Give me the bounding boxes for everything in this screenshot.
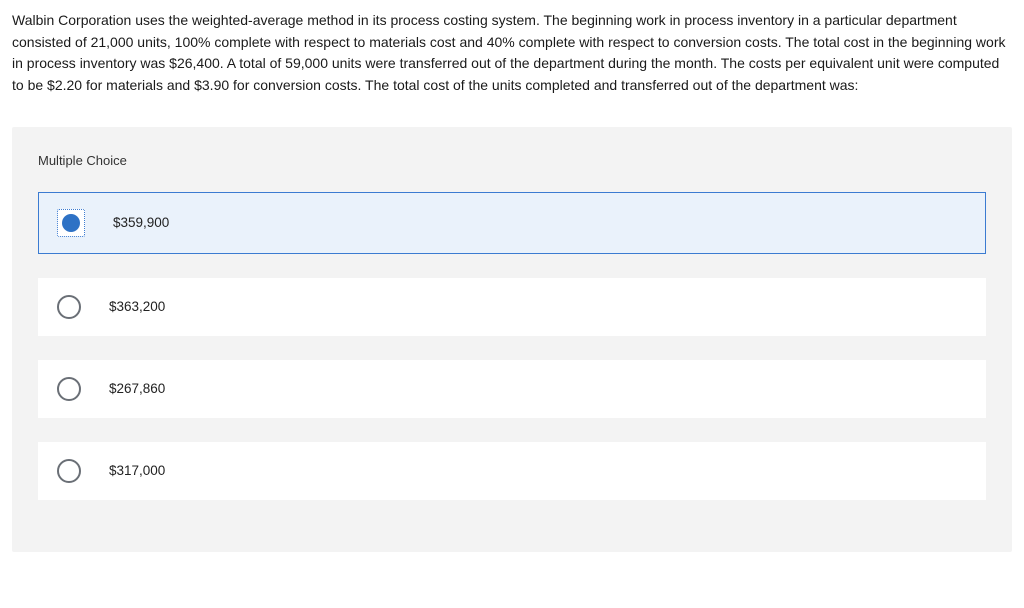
radio-button-icon [57, 459, 81, 483]
answer-panel: Multiple Choice $359,900 $363,200 $267,8… [12, 127, 1012, 553]
option-4[interactable]: $317,000 [38, 442, 986, 500]
section-label: Multiple Choice [16, 145, 1008, 193]
option-1[interactable]: $359,900 [38, 192, 986, 254]
question-text: Walbin Corporation uses the weighted-ave… [0, 0, 1024, 117]
radio-button-icon [57, 295, 81, 319]
option-label: $267,860 [109, 379, 165, 399]
radio-button-selected-icon [57, 209, 85, 237]
option-3[interactable]: $267,860 [38, 360, 986, 418]
radio-button-icon [57, 377, 81, 401]
option-label: $363,200 [109, 297, 165, 317]
option-2[interactable]: $363,200 [38, 278, 986, 336]
option-label: $359,900 [113, 213, 169, 233]
option-label: $317,000 [109, 461, 165, 481]
